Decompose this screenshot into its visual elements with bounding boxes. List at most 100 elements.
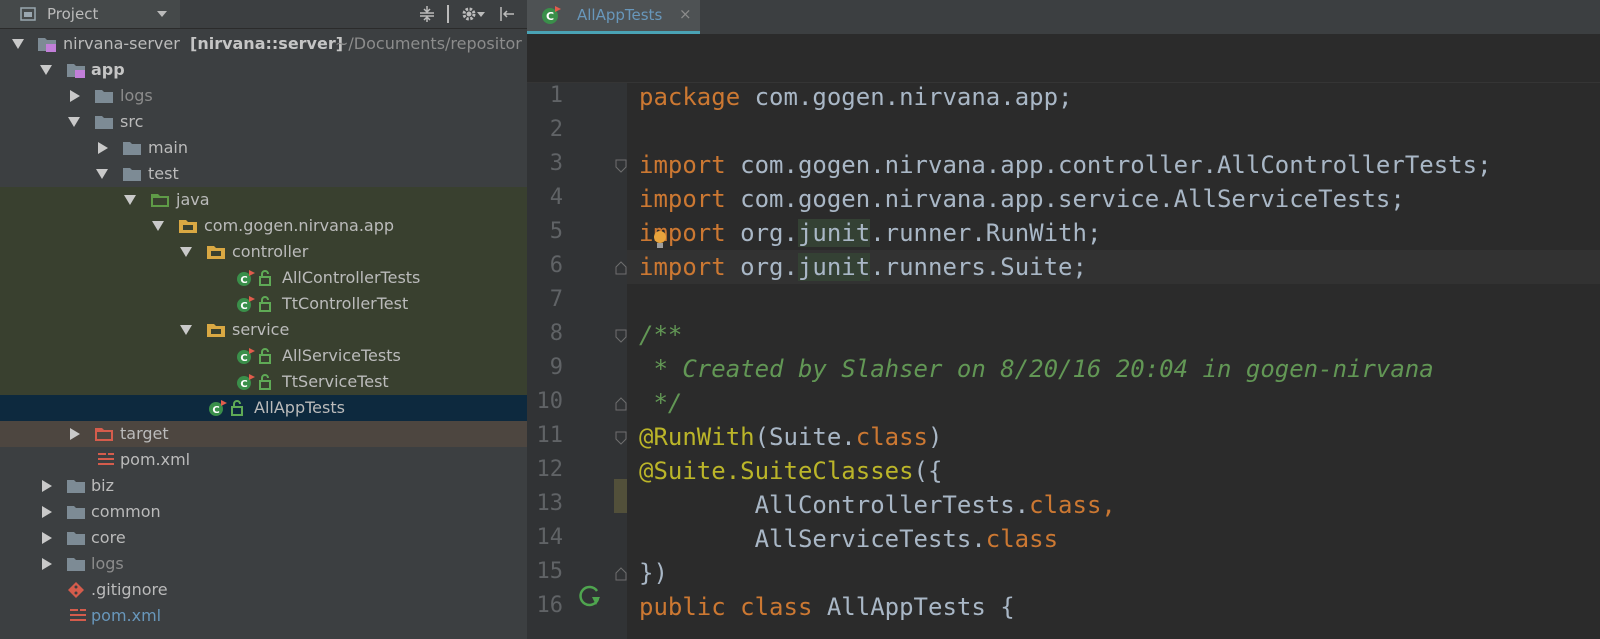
- keyword: class: [855, 423, 928, 451]
- tree-item-test[interactable]: test: [0, 161, 527, 187]
- line-number: 16: [536, 593, 564, 618]
- editor-gutter[interactable]: 1 2 3 4 5 6 7 8 9 10 11 12 13 14 15 16: [527, 83, 627, 639]
- tree-item-service[interactable]: service: [0, 317, 527, 343]
- collapse-arrow-icon[interactable]: [98, 142, 108, 154]
- expand-arrow-icon[interactable]: [12, 39, 24, 49]
- close-icon[interactable]: ×: [679, 5, 692, 23]
- tree-item-label: logs: [91, 554, 124, 573]
- tree-item-label: AllServiceTests: [282, 346, 401, 365]
- code-editor[interactable]: 1 2 3 4 5 6 7 8 9 10 11 12 13 14 15 16 p…: [527, 83, 1600, 639]
- folder-icon: [67, 480, 85, 493]
- project-view-selector[interactable]: Project: [0, 0, 180, 28]
- folder-icon: [95, 90, 113, 103]
- tab-allapptests[interactable]: C AllAppTests ×: [527, 0, 700, 34]
- tree-item-main[interactable]: main: [0, 135, 527, 161]
- collapse-arrow-icon[interactable]: [70, 428, 80, 440]
- excluded-folder-icon: [95, 428, 113, 441]
- tree-item-label: logs: [120, 86, 153, 105]
- tree-item-label: target: [120, 424, 169, 443]
- collapse-arrow-icon[interactable]: [42, 506, 52, 518]
- tree-item-biz[interactable]: biz: [0, 473, 527, 499]
- tree-item-controller[interactable]: controller: [0, 239, 527, 265]
- collapse-all-icon[interactable]: [418, 5, 436, 23]
- tree-item-label: biz: [91, 476, 114, 495]
- folder-icon: [95, 116, 113, 129]
- expand-arrow-icon[interactable]: [180, 247, 192, 257]
- expand-arrow-icon[interactable]: [40, 65, 52, 75]
- tree-item-common[interactable]: common: [0, 499, 527, 525]
- test-source-folder-icon: [151, 194, 169, 207]
- expand-arrow-icon[interactable]: [124, 195, 136, 205]
- fold-start-icon[interactable]: [615, 329, 627, 343]
- test-class-icon: C: [237, 270, 255, 286]
- code-line-10: */: [639, 389, 683, 417]
- expand-arrow-icon[interactable]: [96, 169, 108, 179]
- tree-item-app[interactable]: app: [0, 57, 527, 83]
- tree-item-ttcontrollertest[interactable]: C TtControllerTest: [0, 291, 527, 317]
- hide-panel-icon[interactable]: [498, 5, 516, 23]
- code-line-14: AllServiceTests.class: [639, 525, 1058, 553]
- svg-text:C: C: [240, 379, 247, 390]
- svg-text:C: C: [212, 405, 219, 416]
- line-number: 7: [549, 287, 563, 312]
- fold-end-icon[interactable]: [615, 397, 627, 411]
- code-text: com.gogen.nirvana.app;: [740, 83, 1073, 111]
- tree-item-label: pom.xml: [91, 606, 162, 625]
- svg-text:C: C: [240, 353, 247, 364]
- expand-arrow-icon[interactable]: [180, 325, 192, 335]
- tree-item-nirvana-server[interactable]: nirvana-server [nirvana::server] ~/Docum…: [0, 31, 527, 57]
- code-text: ): [928, 423, 943, 451]
- tree-item-ttservicetest[interactable]: C TtServiceTest: [0, 369, 527, 395]
- expand-arrow-icon[interactable]: [68, 117, 80, 127]
- tree-item-src[interactable]: src: [0, 109, 527, 135]
- expand-arrow-icon[interactable]: [152, 221, 164, 231]
- code-text: AllControllerTests.: [639, 491, 1030, 519]
- collapse-arrow-icon[interactable]: [42, 480, 52, 492]
- line-number: 8: [549, 321, 563, 346]
- package-icon: [207, 246, 225, 259]
- tree-item-pom-xml[interactable]: pom.xml: [0, 447, 527, 473]
- run-test-icon[interactable]: [577, 583, 603, 609]
- tree-item-logs[interactable]: logs: [0, 83, 527, 109]
- code-line-11: @RunWith(Suite.class): [639, 423, 942, 451]
- code-text: .runners.Suite;: [870, 253, 1087, 281]
- tree-item-pom-xml-root[interactable]: pom.xml: [0, 603, 527, 629]
- collapse-arrow-icon[interactable]: [42, 532, 52, 544]
- code-text: (Suite.: [754, 423, 856, 451]
- line-number: 12: [536, 457, 564, 482]
- test-class-icon: C: [542, 6, 561, 24]
- tree-item-java[interactable]: java: [0, 187, 527, 213]
- gear-icon[interactable]: [460, 5, 478, 23]
- collapse-arrow-icon[interactable]: [42, 558, 52, 570]
- tree-item-core[interactable]: core: [0, 525, 527, 551]
- line-number: 10: [536, 389, 564, 414]
- folder-icon: [67, 506, 85, 519]
- tree-item-package[interactable]: com.gogen.nirvana.app: [0, 213, 527, 239]
- fold-start-icon[interactable]: [615, 431, 627, 445]
- tree-item-allservicetests[interactable]: C AllServiceTests: [0, 343, 527, 369]
- tree-item-allcontrollertests[interactable]: C AllControllerTests: [0, 265, 527, 291]
- annotation: @RunWith: [639, 423, 755, 451]
- test-class-icon: C: [237, 374, 255, 390]
- code-line-8: /**: [639, 321, 683, 349]
- svg-text:C: C: [240, 275, 247, 286]
- code-text: AllServiceTests.: [639, 525, 986, 553]
- tree-item-target[interactable]: target: [0, 421, 527, 447]
- keyword: package: [639, 83, 741, 111]
- line-number: 5: [549, 219, 563, 244]
- fold-end-icon[interactable]: [615, 261, 627, 275]
- line-number: 9: [549, 355, 563, 380]
- line-number: 11: [536, 423, 564, 448]
- collapse-arrow-icon[interactable]: [70, 90, 80, 102]
- tree-item-allapptests[interactable]: C AllAppTests: [0, 395, 527, 421]
- lightbulb-icon[interactable]: [651, 229, 669, 251]
- fold-end-icon[interactable]: [615, 567, 627, 581]
- keyword: class: [985, 525, 1059, 553]
- fold-start-icon[interactable]: [615, 159, 627, 173]
- tree-item-label: common: [91, 502, 161, 521]
- tree-item-logs-root[interactable]: logs: [0, 551, 527, 577]
- test-class-icon: C: [209, 400, 227, 416]
- lock-icon: [259, 374, 271, 390]
- svg-text:C: C: [240, 301, 247, 312]
- tree-item-gitignore[interactable]: .gitignore: [0, 577, 527, 603]
